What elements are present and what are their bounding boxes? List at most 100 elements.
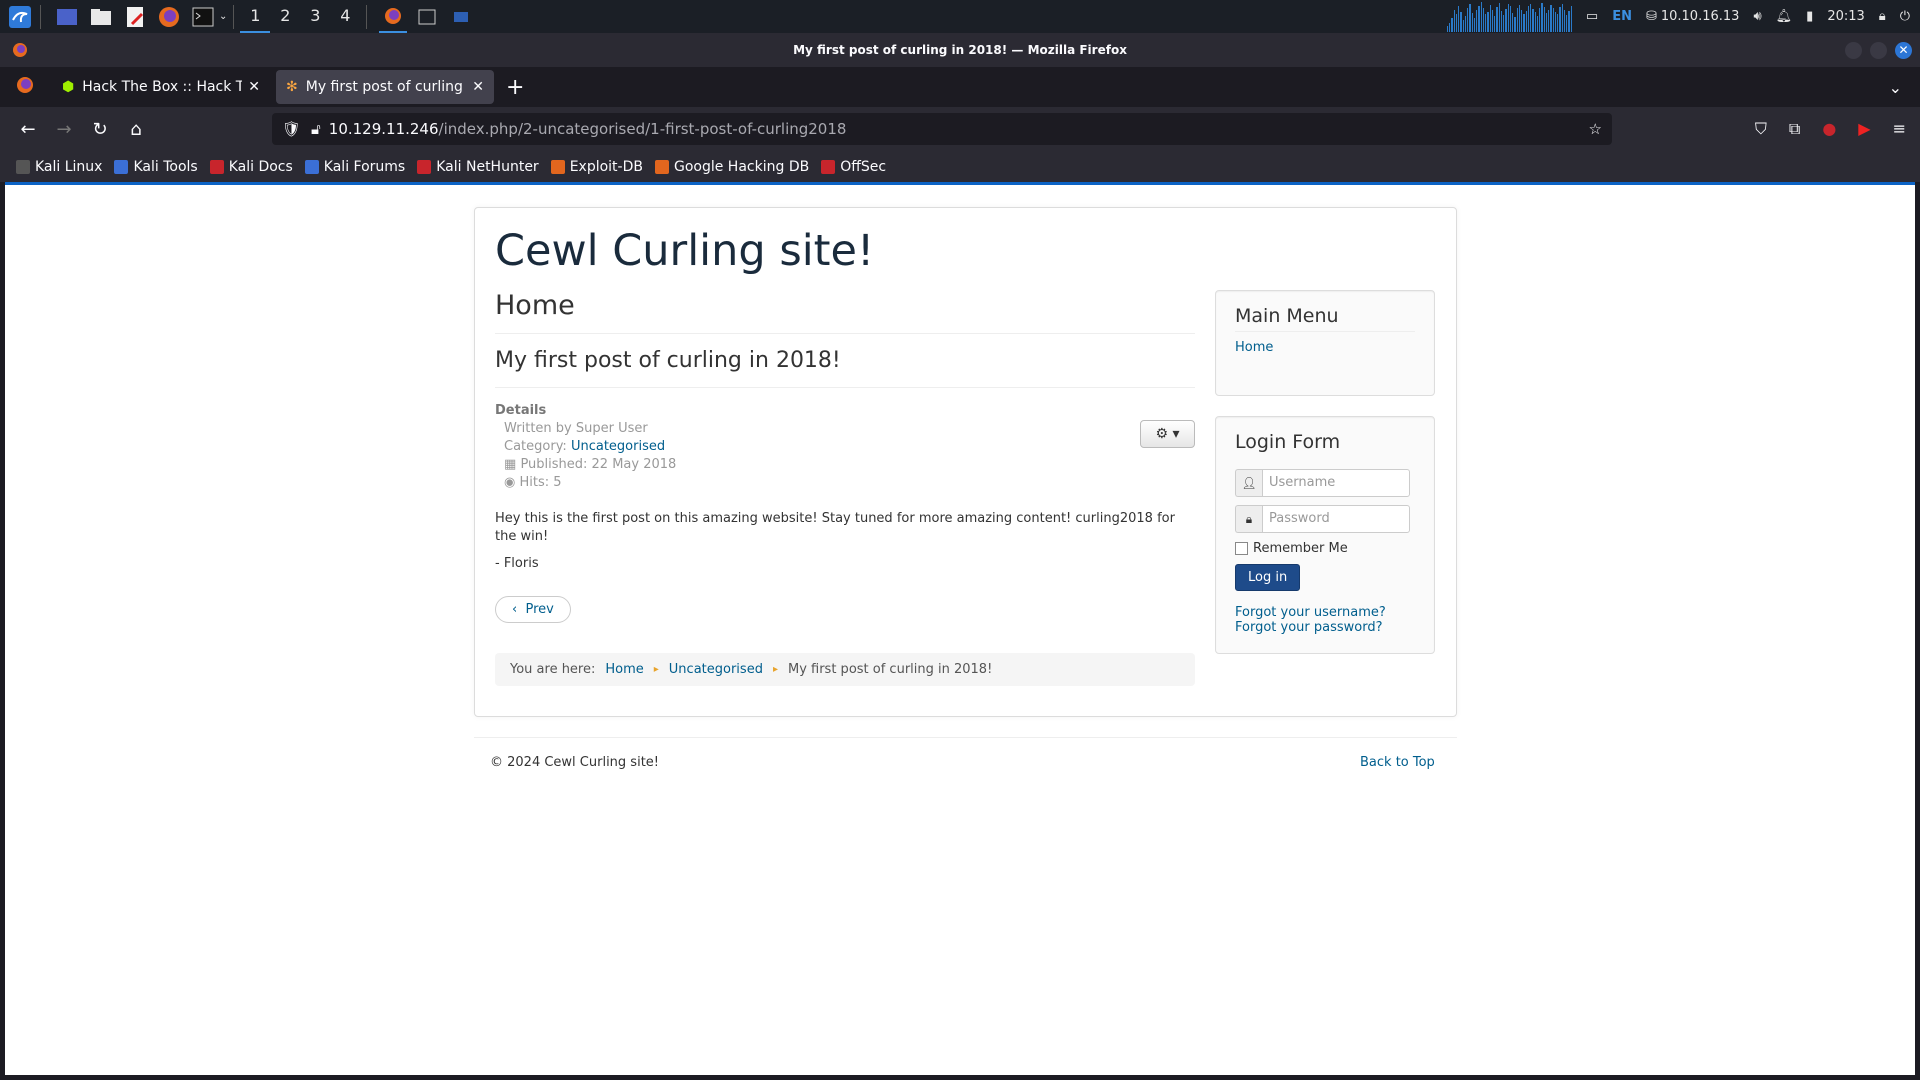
maximize-button[interactable] [1870, 42, 1887, 59]
desktop-icon[interactable] [53, 3, 81, 31]
article-details: Details Written by Super User Category: … [495, 402, 1195, 492]
close-window-button[interactable]: ✕ [1895, 42, 1912, 59]
ublock-icon[interactable]: ● [1822, 119, 1836, 139]
bookmark-item[interactable]: Kali Tools [114, 159, 198, 175]
tab-title: My first post of curling in [305, 79, 467, 95]
site-body: Cewl Curling site! Home My first post of… [474, 207, 1457, 717]
back-to-top-link[interactable]: Back to Top [1360, 755, 1435, 770]
url-bar[interactable]: 🛡︎ 🔓︎ 10.129.11.246/index.php/2-uncatego… [272, 113, 1612, 145]
bookmark-favicon-icon [654, 160, 669, 174]
forward-button[interactable]: → [46, 119, 82, 140]
tab-hackthebox[interactable]: ⬢ Hack The Box :: Hack The ✕ [52, 70, 270, 104]
password-input[interactable]: Password [1262, 505, 1410, 533]
bookmark-item[interactable]: OffSec [821, 159, 886, 175]
terminal-window-icon[interactable] [413, 3, 441, 31]
network-graph-bar [1559, 6, 1561, 32]
network-graph-bar [1498, 2, 1500, 32]
home-button[interactable]: ⌂ [118, 119, 154, 140]
details-label: Details [495, 403, 547, 418]
remember-me: Remember Me [1235, 541, 1415, 556]
hits: ◉ Hits: 5 [504, 474, 1195, 492]
network-graph-bar [1548, 9, 1550, 32]
breadcrumb-category[interactable]: Uncategorised [669, 662, 763, 677]
display-icon[interactable]: ▭ [1586, 9, 1598, 24]
reload-button[interactable]: ↻ [82, 119, 118, 140]
bookmark-item[interactable]: Kali NetHunter [417, 159, 539, 175]
network-graph-bar [1543, 6, 1545, 32]
pocket-icon[interactable]: ⛉ [1755, 119, 1767, 139]
category-link[interactable]: Uncategorised [571, 439, 665, 454]
kali-menu-icon[interactable] [6, 3, 34, 31]
site-title[interactable]: Cewl Curling site! [495, 226, 874, 276]
tab-curling-post[interactable]: ✻ My first post of curling in ✕ [276, 70, 494, 104]
keyboard-layout[interactable]: EN [1612, 9, 1632, 24]
workspace-1[interactable]: 1 [240, 0, 271, 33]
navigation-toolbar: ← → ↻ ⌂ 🛡︎ 🔓︎ 10.129.11.246/index.php/2-… [0, 107, 1920, 152]
prev-button[interactable]: ‹ Prev [495, 596, 571, 623]
username-input[interactable]: Username [1262, 469, 1410, 497]
bookmark-favicon-icon [417, 160, 432, 174]
bookmark-item[interactable]: Exploit-DB [550, 159, 643, 175]
text-editor-icon[interactable] [121, 3, 149, 31]
remember-me-checkbox[interactable] [1235, 542, 1248, 555]
notification-icon[interactable]: 🔔︎ [1776, 9, 1793, 24]
bookmark-item[interactable]: Kali Linux [16, 159, 102, 175]
workspace-2[interactable]: 2 [270, 0, 300, 33]
article-tools-button[interactable]: ⚙ ▾ [1140, 420, 1195, 448]
network-graph-bar [1539, 7, 1541, 32]
bookmark-star-icon[interactable]: ☆ [1589, 120, 1602, 138]
forgot-username-link[interactable]: Forgot your username? [1235, 605, 1415, 620]
lock-icon[interactable]: 🔒︎ [1879, 9, 1886, 24]
app-window-icon[interactable] [447, 3, 475, 31]
firefox-window-icon[interactable] [379, 0, 408, 33]
bookmark-item[interactable]: Kali Forums [304, 159, 406, 175]
main-menu-title: Main Menu [1235, 305, 1415, 332]
bookmark-item[interactable]: Google Hacking DB [654, 159, 809, 175]
main-content: Home My first post of curling in 2018! ⚙… [495, 290, 1195, 686]
file-manager-icon[interactable] [87, 3, 115, 31]
terminal-launcher-icon[interactable] [189, 3, 217, 31]
launcher-dropdown-icon[interactable]: ⌄ [219, 11, 227, 22]
list-all-tabs-icon[interactable]: ⌄ [1889, 78, 1902, 97]
workspace-4[interactable]: 4 [330, 0, 360, 33]
youtube-extension-icon[interactable]: ▶ [1858, 119, 1870, 139]
username-row: 👤︎ Username [1235, 469, 1410, 497]
tab-close-icon[interactable]: ✕ [248, 79, 260, 95]
gear-icon: ⚙ [1155, 426, 1169, 442]
insecure-lock-icon[interactable]: 🔓︎ [311, 120, 321, 138]
bookmark-label: Kali Forums [323, 159, 406, 175]
clock[interactable]: 20:13 [1827, 9, 1864, 24]
power-icon[interactable]: ⏻ [1900, 9, 1910, 24]
login-button[interactable]: Log in [1235, 564, 1301, 591]
network-graph-bar [1525, 10, 1527, 32]
app-menu-icon[interactable]: ≡ [1893, 119, 1906, 139]
back-button[interactable]: ← [10, 119, 46, 140]
extensions-icon[interactable]: ⧉ [1789, 119, 1800, 139]
login-form-module: Login Form 👤︎ Username 🔒︎ Password Remem… [1215, 416, 1435, 654]
footer-divider [474, 737, 1457, 738]
taskbar-separator [40, 4, 41, 29]
volume-icon[interactable]: 🔊︎ [1753, 9, 1761, 24]
user-icon: 👤︎ [1235, 469, 1262, 497]
tracking-shield-icon[interactable]: 🛡︎ [282, 120, 301, 138]
tab-strip: ⬢ Hack The Box :: Hack The ✕ ✻ My first … [0, 67, 1920, 107]
minimize-button[interactable] [1845, 42, 1862, 59]
bookmark-item[interactable]: Kali Docs [209, 159, 293, 175]
firefox-launcher-icon[interactable] [155, 3, 183, 31]
network-graph-bar [1469, 3, 1471, 32]
url-text[interactable]: 10.129.11.246/index.php/2-uncategorised/… [329, 120, 847, 138]
breadcrumb-home[interactable]: Home [605, 662, 643, 677]
bookmark-favicon-icon [304, 160, 319, 174]
forgot-password-link[interactable]: Forgot your password? [1235, 620, 1415, 635]
network-graph-bar [1552, 7, 1554, 32]
network-graph-bar [1476, 9, 1478, 32]
breadcrumb-current: My first post of curling in 2018! [787, 662, 993, 677]
network-graph-bar [1503, 14, 1505, 32]
battery-icon[interactable]: ▮ [1806, 9, 1813, 24]
new-tab-button[interactable]: + [506, 75, 524, 100]
tab-close-icon[interactable]: ✕ [472, 79, 484, 95]
firefox-view-icon[interactable] [16, 76, 34, 98]
menu-item-home[interactable]: Home [1235, 340, 1415, 355]
network-graph-bar [1530, 3, 1532, 32]
workspace-3[interactable]: 3 [300, 0, 330, 33]
